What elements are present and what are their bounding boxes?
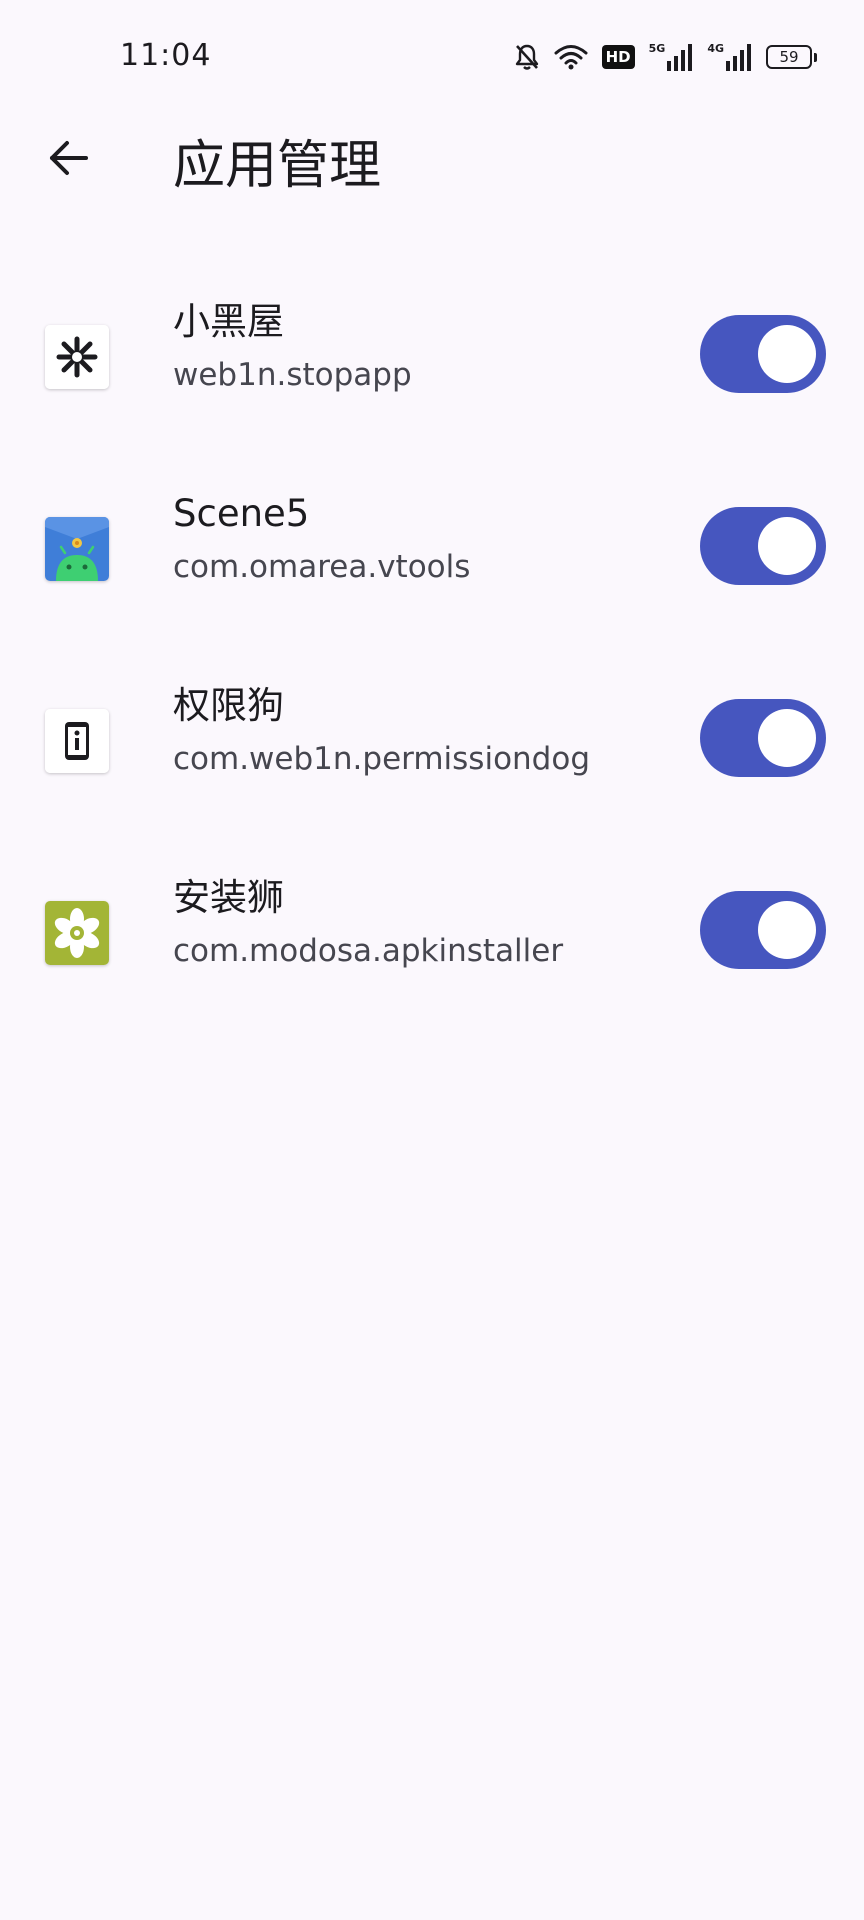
back-button[interactable] [40,132,96,188]
net1-label: 5G [648,42,666,55]
app-enabled-toggle[interactable] [700,315,826,393]
app-name: Scene5 [173,492,310,535]
app-package: com.web1n.permissiondog [173,741,591,777]
status-bar: 11:04 HD 5G 4G 59 [0,0,864,110]
toggle-thumb [758,517,816,575]
app-name: 权限狗 [173,684,284,727]
app-icon [45,517,109,581]
wifi-icon [554,44,588,70]
toggle-thumb [758,325,816,383]
battery-icon: 59 [766,45,817,69]
app-icon [45,901,109,965]
status-time: 11:04 [120,38,212,73]
page-title: 应用管理 [173,136,382,196]
app-enabled-toggle[interactable] [700,891,826,969]
toggle-thumb [758,709,816,767]
signal-4g-icon: 4G [707,43,752,71]
app-package: com.modosa.apkinstaller [173,933,564,969]
app-enabled-toggle[interactable] [700,699,826,777]
app-package: web1n.stopapp [173,357,412,393]
signal-5g-icon: 5G [649,43,694,71]
flower-icon [45,901,109,965]
android-icon [45,517,109,581]
list-item[interactable]: 权限狗 com.web1n.permissiondog [0,647,864,839]
snowflake-icon [45,325,109,389]
app-name: 安装狮 [173,876,284,919]
bell-off-icon [514,43,540,71]
app-icon [45,325,109,389]
toggle-thumb [758,901,816,959]
net2-label: 4G [707,42,724,55]
arrow-left-icon [46,136,90,184]
app-icon [45,709,109,773]
hd-icon: HD [601,45,635,69]
list-item[interactable]: 小黑屋 web1n.stopapp [0,263,864,455]
app-enabled-toggle[interactable] [700,507,826,585]
status-icons: HD 5G 4G 59 [514,40,817,74]
list-item[interactable]: Scene5 com.omarea.vtools [0,455,864,647]
app-name: 小黑屋 [173,300,284,343]
app-list: 小黑屋 web1n.stopapp Scene5 com.omarea.vtoo… [0,263,864,1031]
app-package: com.omarea.vtools [173,549,471,585]
phone-info-icon [45,709,109,773]
list-item[interactable]: 安装狮 com.modosa.apkinstaller [0,839,864,1031]
